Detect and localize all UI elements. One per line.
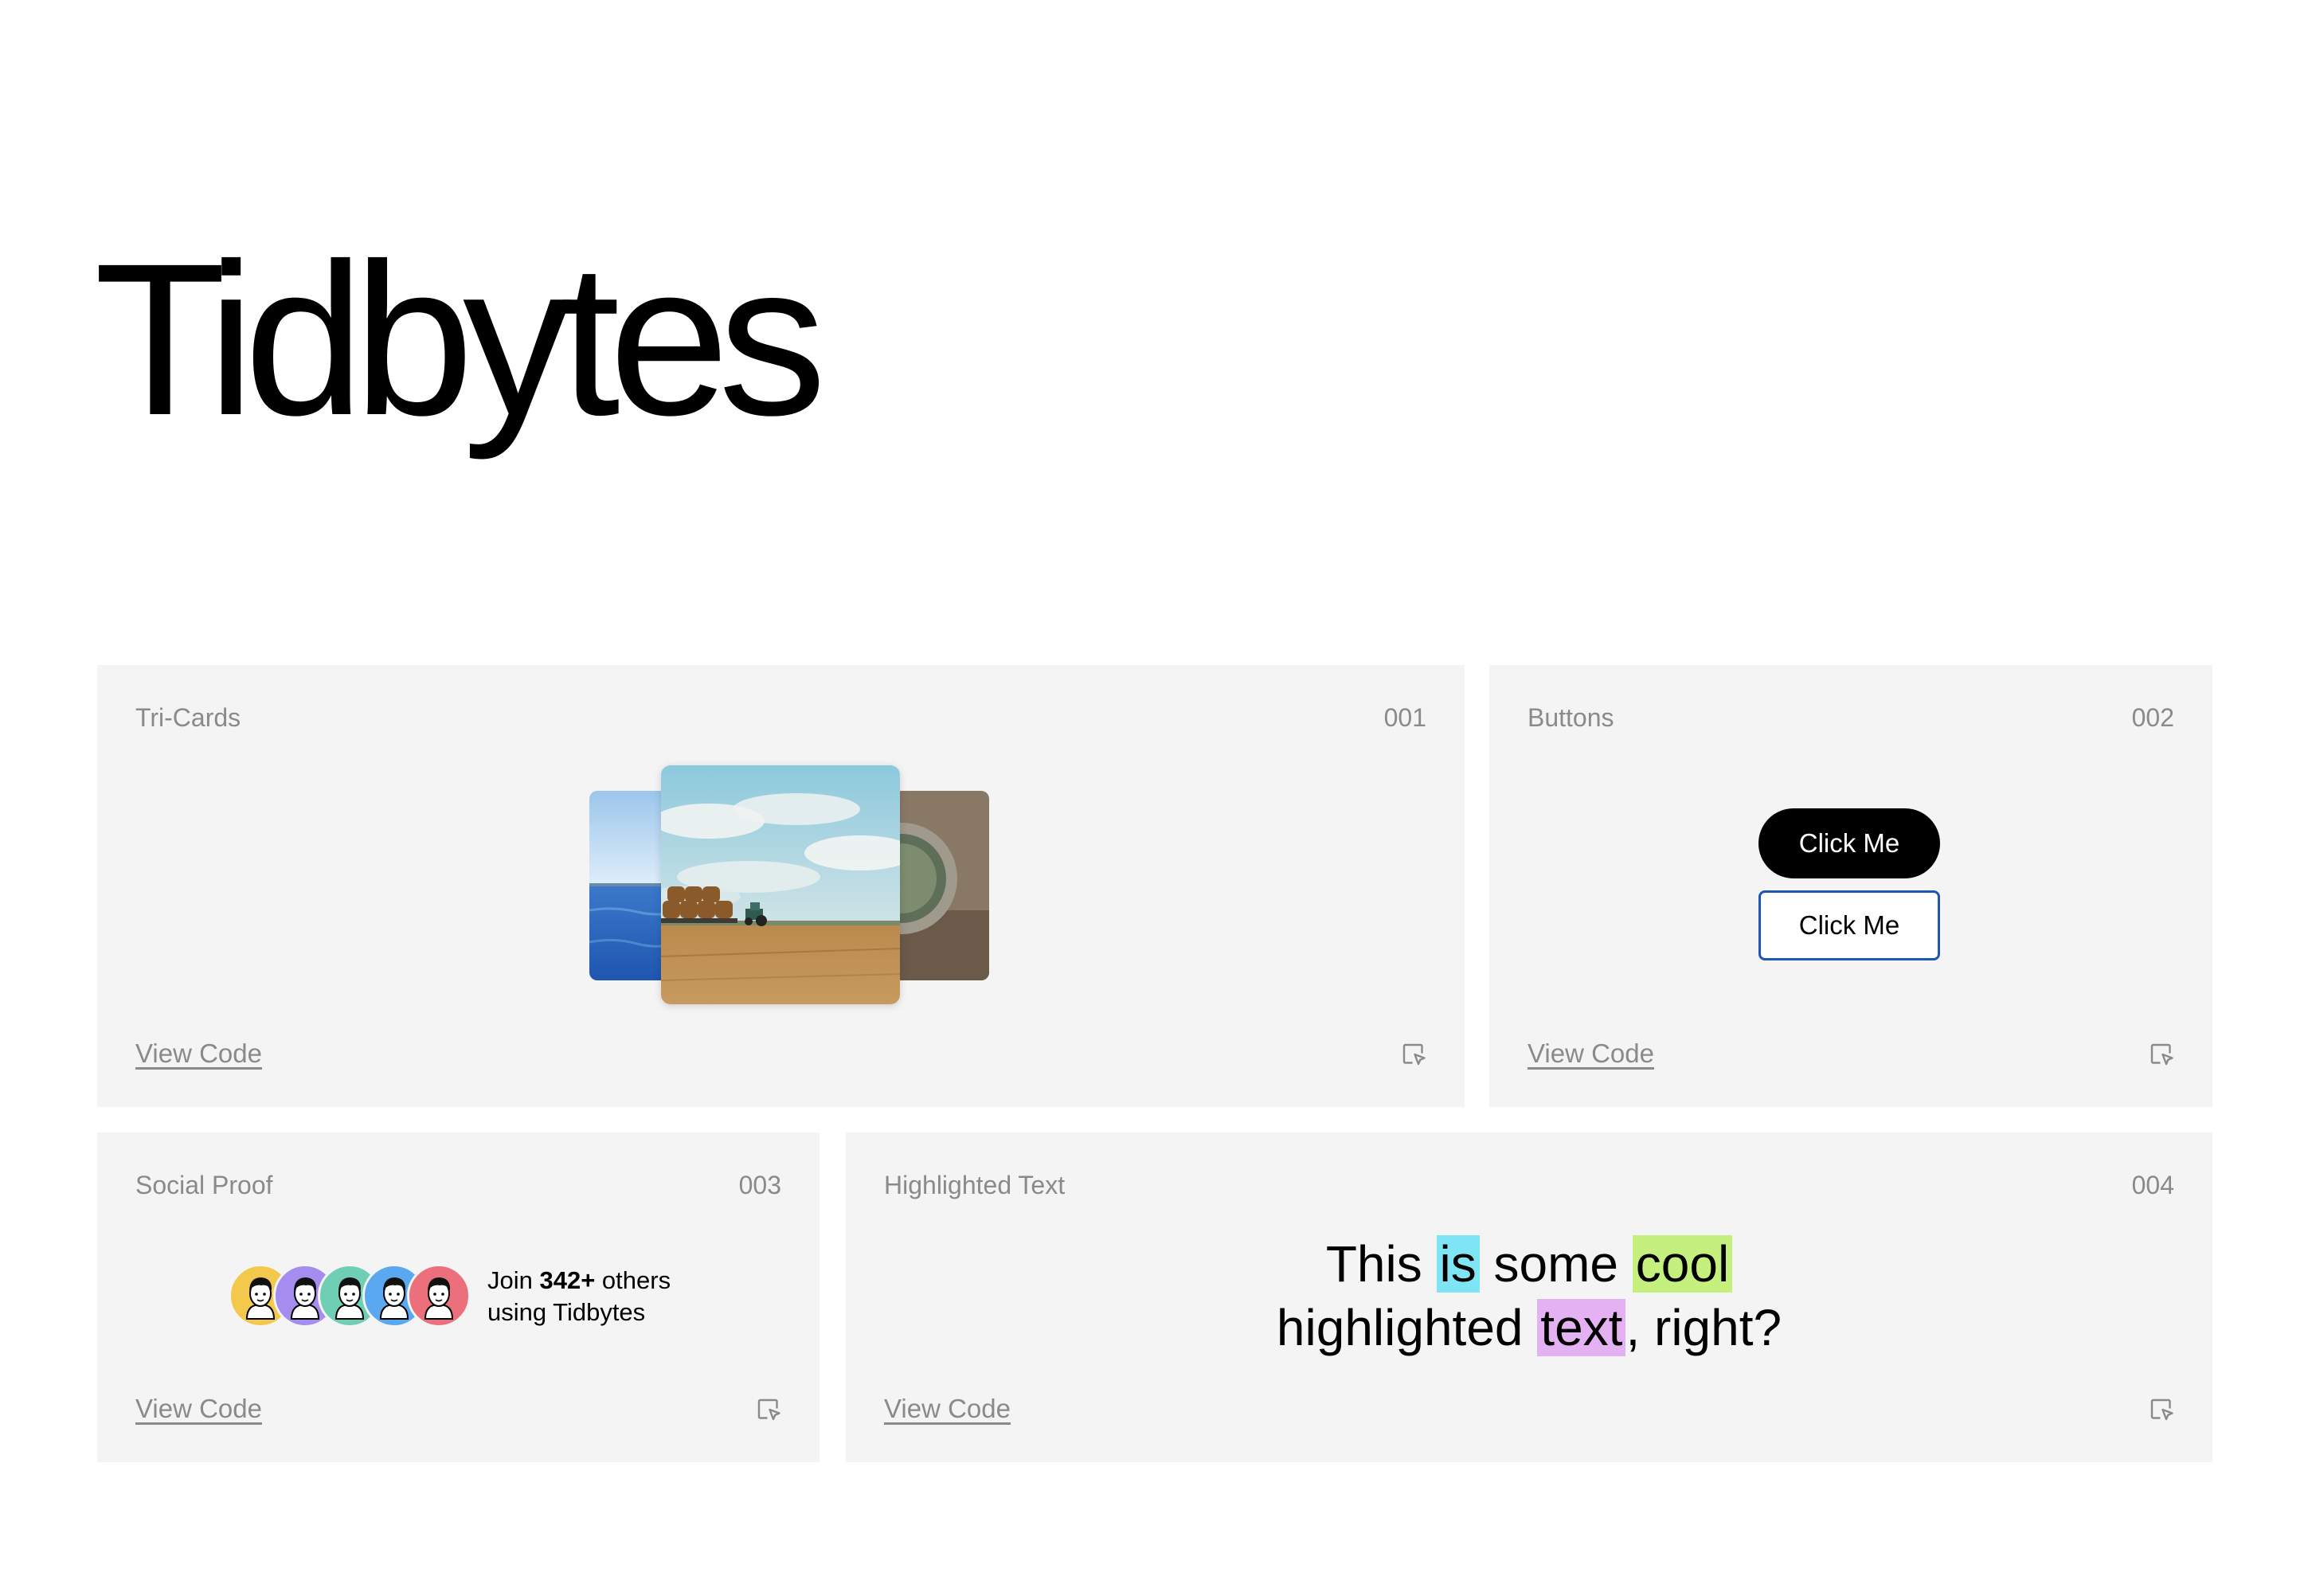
card-number: 002 xyxy=(2131,703,2174,732)
text-segment: , right? xyxy=(1625,1299,1782,1356)
view-code-link[interactable]: View Code xyxy=(135,1394,262,1424)
open-preview-icon[interactable] xyxy=(754,1395,783,1424)
card-label: Social Proof xyxy=(135,1171,273,1199)
avatar xyxy=(407,1264,471,1328)
highlight-purple: text xyxy=(1537,1299,1626,1356)
tri-card-right-image xyxy=(894,791,989,980)
avatar-stack xyxy=(229,1264,483,1331)
click-me-primary-button[interactable]: Click Me xyxy=(1758,808,1940,878)
open-preview-icon[interactable] xyxy=(1399,1040,1428,1069)
card-label: Tri-Cards xyxy=(135,703,241,732)
highlighted-text-card: Highlighted Text 004 This is some cool h… xyxy=(846,1132,2212,1462)
highlight-cyan: is xyxy=(1436,1235,1480,1293)
card-label: Highlighted Text xyxy=(884,1171,1066,1199)
page-title: Tidbytes xyxy=(94,218,827,460)
card-number: 004 xyxy=(2131,1171,2174,1199)
click-me-outline-button[interactable]: Click Me xyxy=(1758,890,1940,960)
card-number: 001 xyxy=(1383,703,1426,732)
buttons-card: Buttons 002 Click Me Click Me View Code xyxy=(1489,665,2212,1107)
text-segment: some xyxy=(1479,1235,1633,1293)
join-prefix: Join xyxy=(487,1266,540,1294)
tri-card-center-image xyxy=(661,765,900,1004)
open-preview-icon[interactable] xyxy=(2147,1040,2176,1069)
text-segment: highlighted xyxy=(1276,1299,1538,1356)
join-line-2: using Tidbytes xyxy=(487,1298,646,1326)
join-count: 342+ xyxy=(539,1266,596,1294)
social-proof-text: Join 342+ others using Tidbytes xyxy=(487,1265,671,1328)
view-code-link[interactable]: View Code xyxy=(884,1394,1011,1424)
tri-cards-card: Tri-Cards 001 View Code xyxy=(97,665,1465,1107)
card-number: 003 xyxy=(738,1171,781,1199)
view-code-link[interactable]: View Code xyxy=(135,1039,262,1069)
join-suffix: others xyxy=(595,1266,671,1294)
highlighted-sentence: This is some cool highlighted text, righ… xyxy=(846,1232,2212,1359)
text-segment: This xyxy=(1325,1235,1437,1293)
highlight-green: cool xyxy=(1632,1235,1733,1293)
social-proof-card: Social Proof 003 Join 342+ others using … xyxy=(97,1132,820,1462)
card-label: Buttons xyxy=(1528,703,1614,732)
open-preview-icon[interactable] xyxy=(2147,1395,2176,1424)
view-code-link[interactable]: View Code xyxy=(1528,1039,1654,1069)
